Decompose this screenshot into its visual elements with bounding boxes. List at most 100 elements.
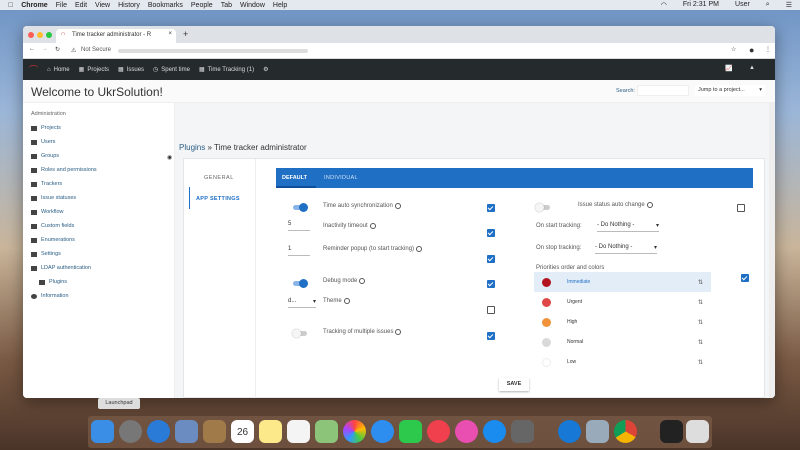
issue-status-checkbox[interactable] [737,204,745,212]
menu-bookmarks[interactable]: Bookmarks [148,2,183,9]
priority-row[interactable]: Normal ⇅ [534,332,711,352]
menu-file[interactable]: File [56,2,67,9]
priority-row[interactable]: Low ⇅ [534,352,711,372]
sidebar-item-enumerations[interactable]: Enumerations [31,237,75,243]
trash-icon[interactable] [686,420,709,443]
start-tracking-select[interactable]: - Do Nothing - ▾ [597,222,659,232]
maps-icon[interactable] [315,420,338,443]
apple-icon[interactable]:  [8,2,13,9]
multiple-issues-toggle[interactable] [292,329,307,338]
sidebar-item-information[interactable]: Information [31,293,69,299]
scrollbar[interactable] [769,103,775,398]
safari-icon[interactable] [147,420,170,443]
news-icon[interactable] [427,420,450,443]
sort-handle-icon[interactable]: ⇅ [698,279,703,286]
menu-history[interactable]: History [118,2,140,9]
inactivity-timeout-input[interactable]: 5 [288,221,310,231]
nav-spent-time[interactable]: ◷ Spent time [153,66,190,74]
color-swatch[interactable] [542,317,551,327]
theme-select[interactable]: d... ▾ [288,298,316,308]
menu-window[interactable]: Window [240,2,265,9]
notes-icon[interactable] [259,420,282,443]
minimize-window-button[interactable] [37,32,43,38]
info-icon[interactable] [395,329,402,335]
sort-handle-icon[interactable]: ⇅ [698,359,703,366]
chart-icon[interactable]: 📈 [725,65,732,72]
tab-individual[interactable]: INDIVIDUAL [324,175,358,181]
sidebar-item-groups[interactable]: Groups [31,153,59,159]
time-tracker-app-icon[interactable] [558,420,581,443]
finder-icon[interactable] [91,420,114,443]
nav-home[interactable]: ⌂ Home [47,67,70,73]
multiple-issues-checkbox[interactable] [487,332,495,340]
theme-checkbox[interactable] [487,306,495,314]
sidebar-item-issue-statuses[interactable]: Issue statuses [31,195,76,201]
sort-handle-icon[interactable]: ⇅ [698,319,703,326]
info-icon[interactable] [646,202,653,208]
menu-view[interactable]: View [95,2,110,9]
zoom-window-button[interactable] [46,32,52,38]
browser-tab[interactable]: ∩ Time tracker administrator - R × [56,29,176,43]
nav-time-tracking[interactable]: ▦ Time Tracking (1) [199,66,254,74]
system-preferences-icon[interactable] [511,420,534,443]
info-icon[interactable] [416,246,423,252]
sidebar-item-ldap[interactable]: LDAP authentication [31,265,91,271]
sort-handle-icon[interactable]: ⇅ [698,339,703,346]
calendar-icon[interactable]: 26 [231,420,254,443]
sidebar-item-projects[interactable]: Projects [31,125,61,131]
color-swatch[interactable] [542,337,551,347]
jump-to-project-select[interactable]: Jump to a project... ▾ [695,85,765,96]
back-icon[interactable]: ← [29,46,35,52]
priority-row[interactable]: High ⇅ [534,312,711,332]
eye-icon[interactable]: ◉ [167,154,172,161]
sidebar-item-workflow[interactable]: Workflow [31,209,64,215]
info-icon[interactable] [369,223,376,229]
new-tab-icon[interactable]: + [183,29,188,39]
messages-icon[interactable] [371,420,394,443]
priority-row[interactable]: Immediate ⇅ [534,272,711,292]
preview-icon[interactable] [586,420,609,443]
menu-edit[interactable]: Edit [75,2,87,9]
reminders-icon[interactable] [287,420,310,443]
music-icon[interactable] [455,420,478,443]
priorities-checkbox[interactable] [741,274,749,282]
tab-general[interactable]: GENERAL [204,175,234,181]
breadcrumb-plugins-link[interactable]: Plugins [179,143,205,152]
menu-help[interactable]: Help [273,2,287,9]
color-swatch[interactable] [542,357,551,367]
mail-icon[interactable] [175,420,198,443]
sort-handle-icon[interactable]: ⇅ [698,299,703,306]
sidebar-item-plugins[interactable]: Plugins [39,279,67,285]
security-label[interactable]: Not Secure [81,47,111,53]
reminder-popup-input[interactable]: 1 [288,246,310,256]
info-icon[interactable] [343,298,350,304]
sidebar-item-custom-fields[interactable]: Custom fields [31,223,74,229]
save-button[interactable]: SAVE [499,378,529,391]
search-input[interactable] [637,85,689,96]
close-tab-icon[interactable]: × [168,31,172,37]
info-icon[interactable] [359,278,366,284]
spotlight-icon[interactable]: ⌕ [766,1,770,9]
time-sync-toggle[interactable] [293,203,308,212]
debug-mode-checkbox[interactable] [487,280,495,288]
warning-icon[interactable]: ⚠ [71,47,76,54]
time-sync-checkbox[interactable] [487,204,495,212]
downloads-stack-icon[interactable] [660,420,683,443]
facetime-icon[interactable] [399,420,422,443]
tab-default[interactable]: DEFAULT [282,175,307,181]
app-store-icon[interactable] [483,420,506,443]
photos-icon[interactable] [343,420,366,443]
wifi-icon[interactable]: ◠ [661,1,667,9]
debug-mode-toggle[interactable] [293,279,308,288]
url-field[interactable] [118,49,308,53]
user-icon[interactable]: ▲ [749,65,755,71]
info-icon[interactable] [394,203,401,209]
contacts-icon[interactable] [203,420,226,443]
stop-tracking-select[interactable]: - Do Nothing - ▾ [595,244,657,254]
color-swatch[interactable] [542,297,551,307]
menu-tab[interactable]: Tab [221,2,232,9]
tab-app-settings[interactable]: APP SETTINGS [196,196,240,202]
priority-row[interactable]: Urgent ⇅ [534,292,711,312]
color-swatch[interactable] [542,277,551,287]
issue-status-toggle[interactable] [535,203,550,212]
